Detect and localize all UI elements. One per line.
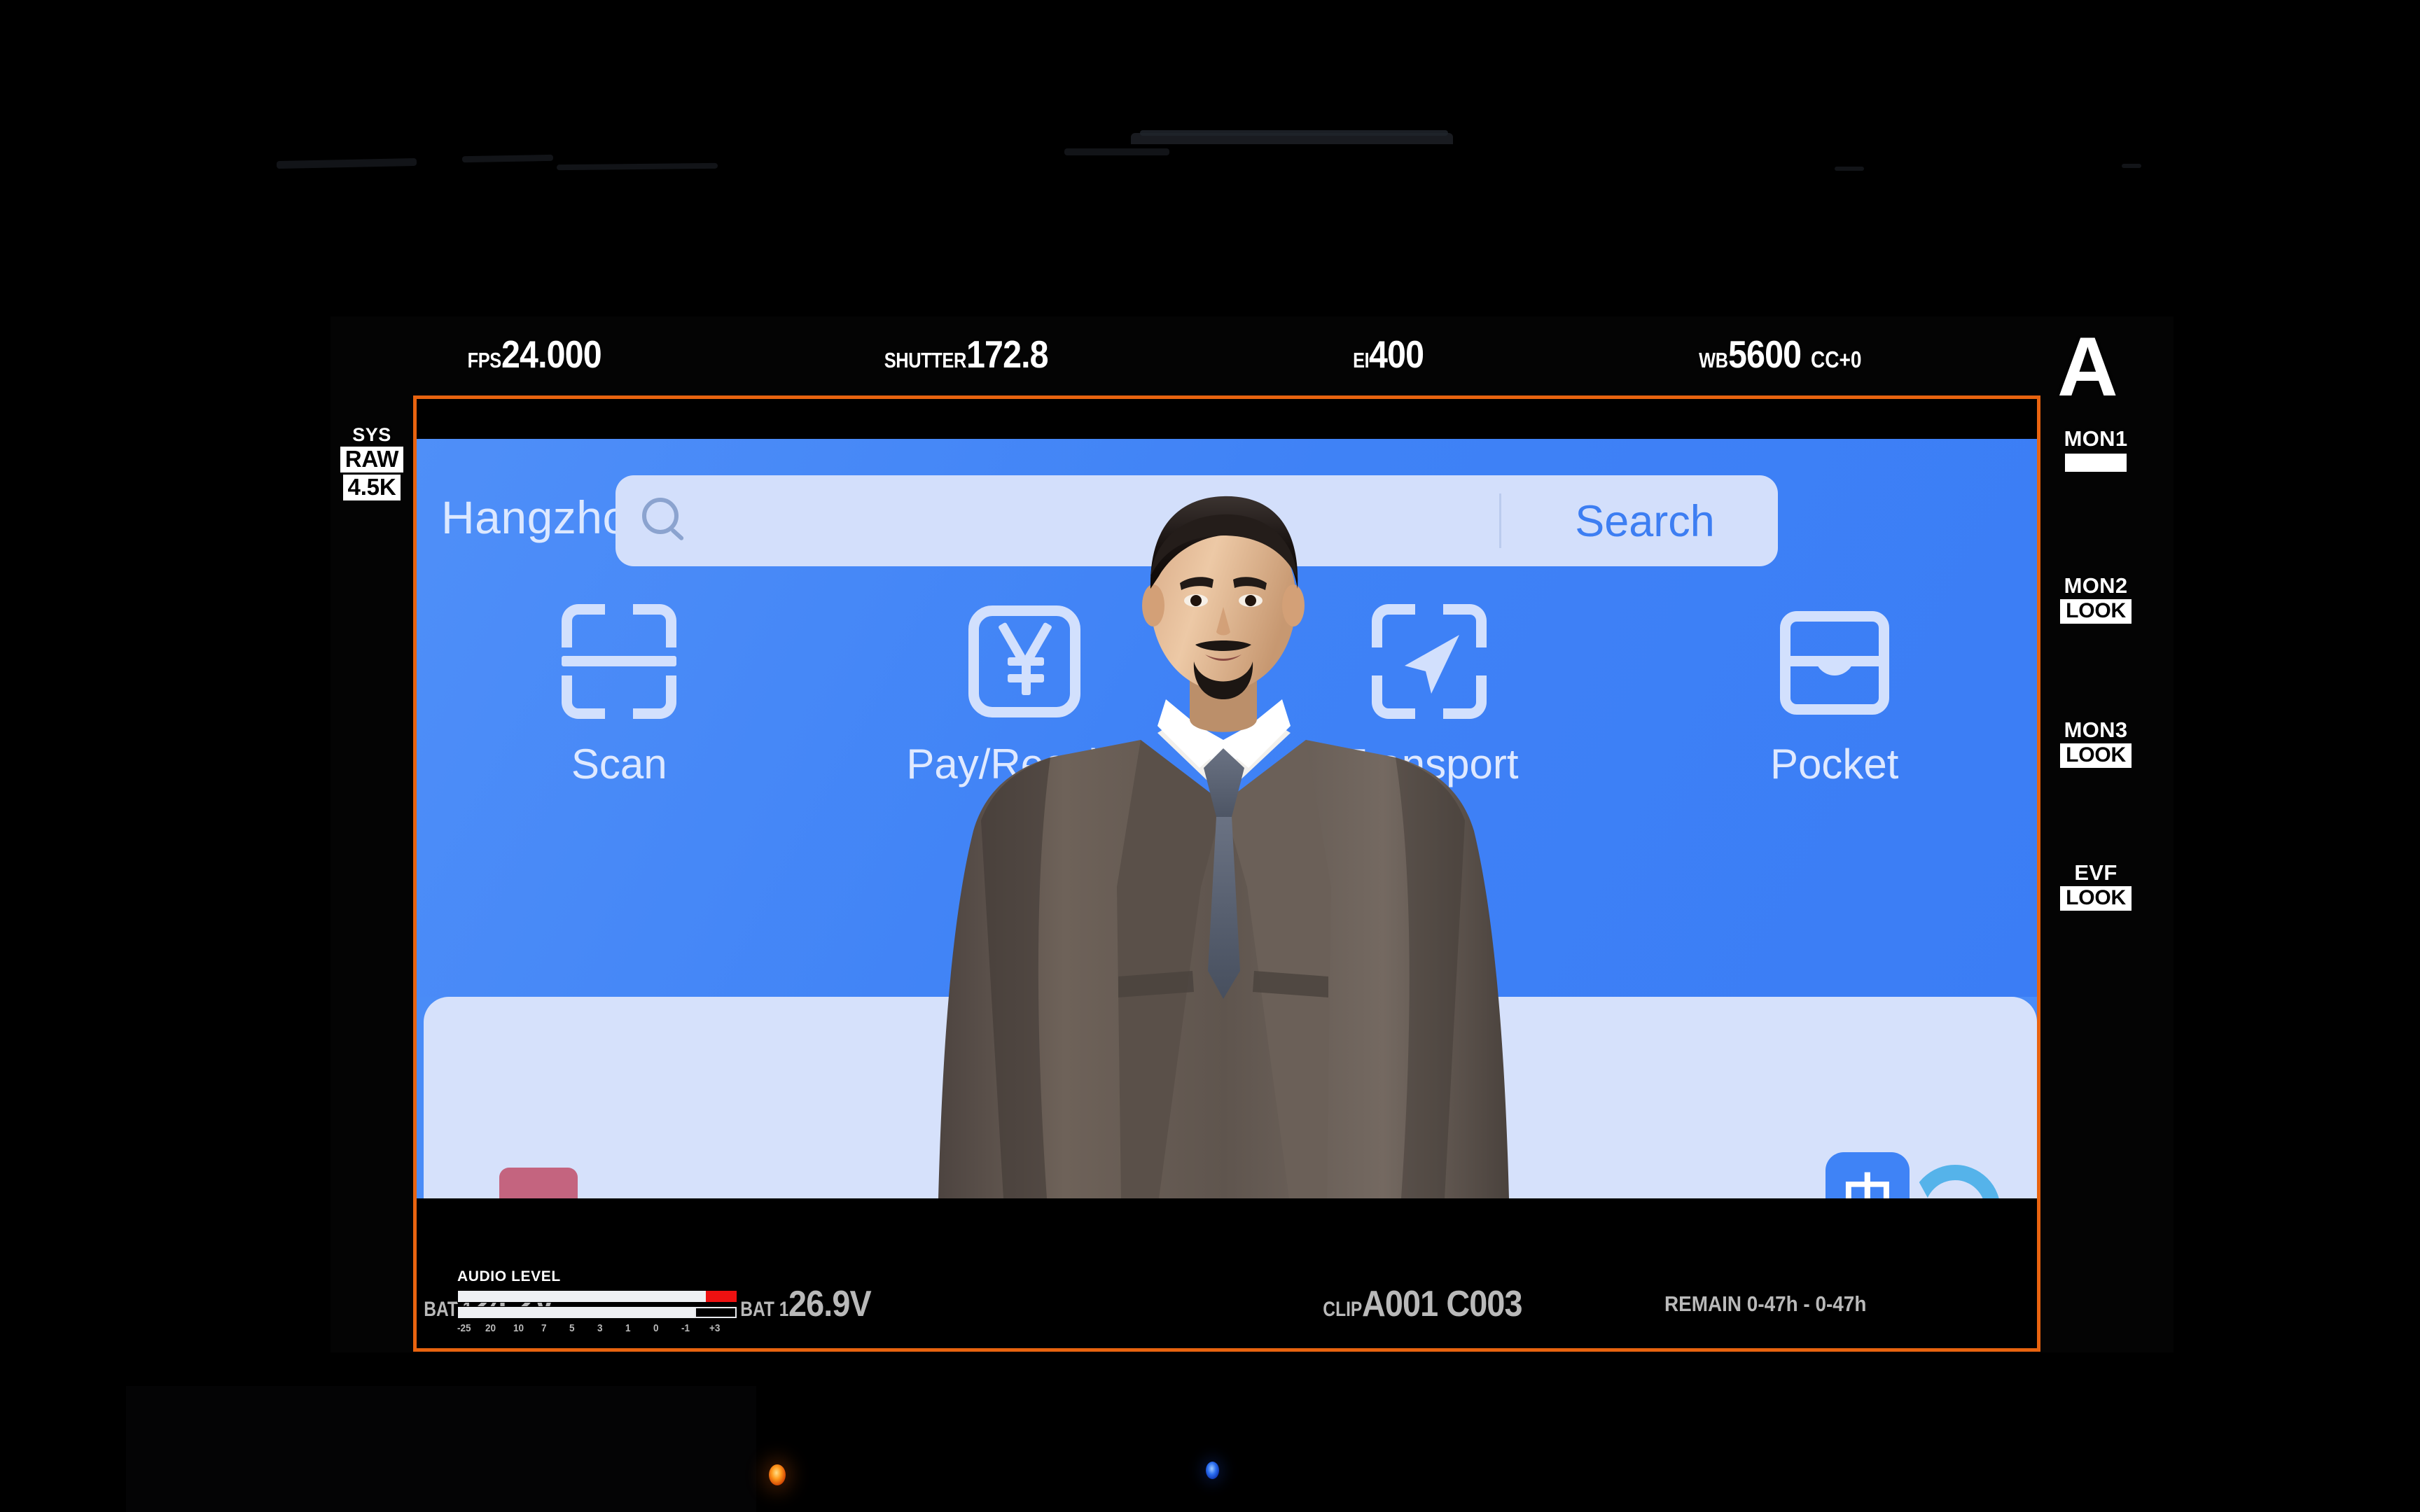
top-status-bar: FPS24.000 SHUTTER172.8 EI400 WB5600 CC+0 <box>331 316 2174 393</box>
desk-glint <box>126 1386 756 1512</box>
left-rail: SYS RAW 4.5K <box>331 424 413 501</box>
output-mon2[interactable]: MON2 LOOK <box>2018 573 2174 624</box>
desk-glint <box>556 162 718 171</box>
battery-2-label: BAT 1 <box>740 1298 789 1321</box>
clip-value: A001 C003 <box>1362 1284 1523 1324</box>
ei-label: EI <box>1353 348 1370 372</box>
mon3-mode-badge: LOOK <box>2060 743 2132 768</box>
wb-label: WB <box>1699 348 1728 372</box>
audio-scale-tick: 10 <box>513 1322 524 1334</box>
fps-readout[interactable]: FPS24.000 <box>460 332 615 377</box>
mon1-status-bar <box>2065 454 2127 472</box>
subject-person <box>938 496 1509 1198</box>
audio-scale-tick: -1 <box>681 1322 690 1334</box>
audio-ch1-fill <box>458 1291 707 1302</box>
audio-scale-tick: 7 <box>541 1322 547 1334</box>
desk-glint <box>1140 130 1448 136</box>
output-mon1[interactable]: MON1 <box>2018 426 2174 472</box>
desk-glint <box>2122 164 2141 168</box>
desk-glint <box>1064 148 1169 155</box>
mon1-label: MON1 <box>2064 426 2128 451</box>
camera-monitor-panel: FPS24.000 SHUTTER172.8 EI400 WB5600 CC+0 … <box>331 316 2174 1352</box>
audio-scale-tick: 5 <box>569 1322 575 1334</box>
resolution-badge[interactable]: 4.5K <box>342 474 401 501</box>
audio-ch1-peak <box>706 1291 737 1302</box>
audio-scale-tick: 1 <box>625 1322 631 1334</box>
audio-scale-tick: 20 <box>485 1322 496 1334</box>
desk-glint <box>1835 167 1864 171</box>
audio-scale-tick: 0 <box>653 1322 659 1334</box>
audio-level-title: AUDIO LEVEL <box>457 1268 561 1284</box>
audio-channel-1-bar <box>457 1290 737 1303</box>
audio-ch2-fill <box>458 1307 695 1318</box>
remain-text: REMAIN 0-47h - 0-47h <box>1664 1292 1867 1316</box>
audio-level-meter: AUDIO LEVEL -25 20 10 7 5 3 1 0 -1 +3 <box>457 1268 737 1334</box>
fps-value: 24.000 <box>501 332 602 376</box>
remaining-time-readout[interactable]: REMAIN 0-47h - 0-47h <box>1664 1292 1889 1317</box>
audio-scale: -25 20 10 7 5 3 1 0 -1 +3 <box>457 1322 737 1334</box>
shutter-value: 172.8 <box>966 332 1049 376</box>
battery-2-readout[interactable]: BAT 126.9V <box>730 1283 880 1325</box>
brand-logo: A <box>2057 320 2118 414</box>
wb-value: 5600 <box>1727 332 1802 376</box>
mon3-label: MON3 <box>2064 718 2128 742</box>
evf-mode-badge: LOOK <box>2060 886 2132 911</box>
shutter-readout[interactable]: SHUTTER172.8 <box>866 332 1059 377</box>
audio-ch2-headroom <box>695 1307 737 1318</box>
evf-label: EVF <box>2074 860 2118 885</box>
amber-led-icon <box>769 1464 786 1485</box>
audio-scale-tick: +3 <box>709 1322 721 1334</box>
wb-cc-value: CC+0 <box>1811 346 1862 372</box>
audio-channel-2-bar <box>457 1306 737 1319</box>
audio-scale-tick: 3 <box>597 1322 603 1334</box>
clip-label: CLIP <box>1323 1298 1363 1321</box>
blue-led-icon <box>1206 1462 1219 1479</box>
live-view-image: Hangzhou Search Scan Pay/Receive Transpo… <box>417 439 2037 1198</box>
ei-readout[interactable]: EI400 <box>1349 332 1431 377</box>
battery-2-value: 26.9V <box>788 1284 872 1324</box>
mon2-mode-badge: LOOK <box>2060 599 2132 624</box>
white-balance-readout[interactable]: WB5600 CC+0 <box>1692 332 1870 377</box>
output-mon3[interactable]: MON3 LOOK <box>2018 718 2174 768</box>
framing-guide: Hangzhou Search Scan Pay/Receive Transpo… <box>413 396 2040 1352</box>
clip-readout[interactable]: CLIPA001 C003 <box>1314 1283 1540 1325</box>
shutter-label: SHUTTER <box>884 348 967 372</box>
fps-label: FPS <box>467 348 502 372</box>
sys-label: SYS <box>352 424 391 445</box>
output-evf[interactable]: EVF LOOK <box>2018 860 2174 911</box>
codec-badge[interactable]: RAW <box>340 446 404 473</box>
desk-glint <box>461 154 554 163</box>
mon2-label: MON2 <box>2064 573 2128 598</box>
letterbox-bar <box>417 399 2037 439</box>
ei-value: 400 <box>1369 332 1424 376</box>
audio-scale-tick: -25 <box>457 1322 471 1334</box>
desk-glint <box>276 158 417 169</box>
